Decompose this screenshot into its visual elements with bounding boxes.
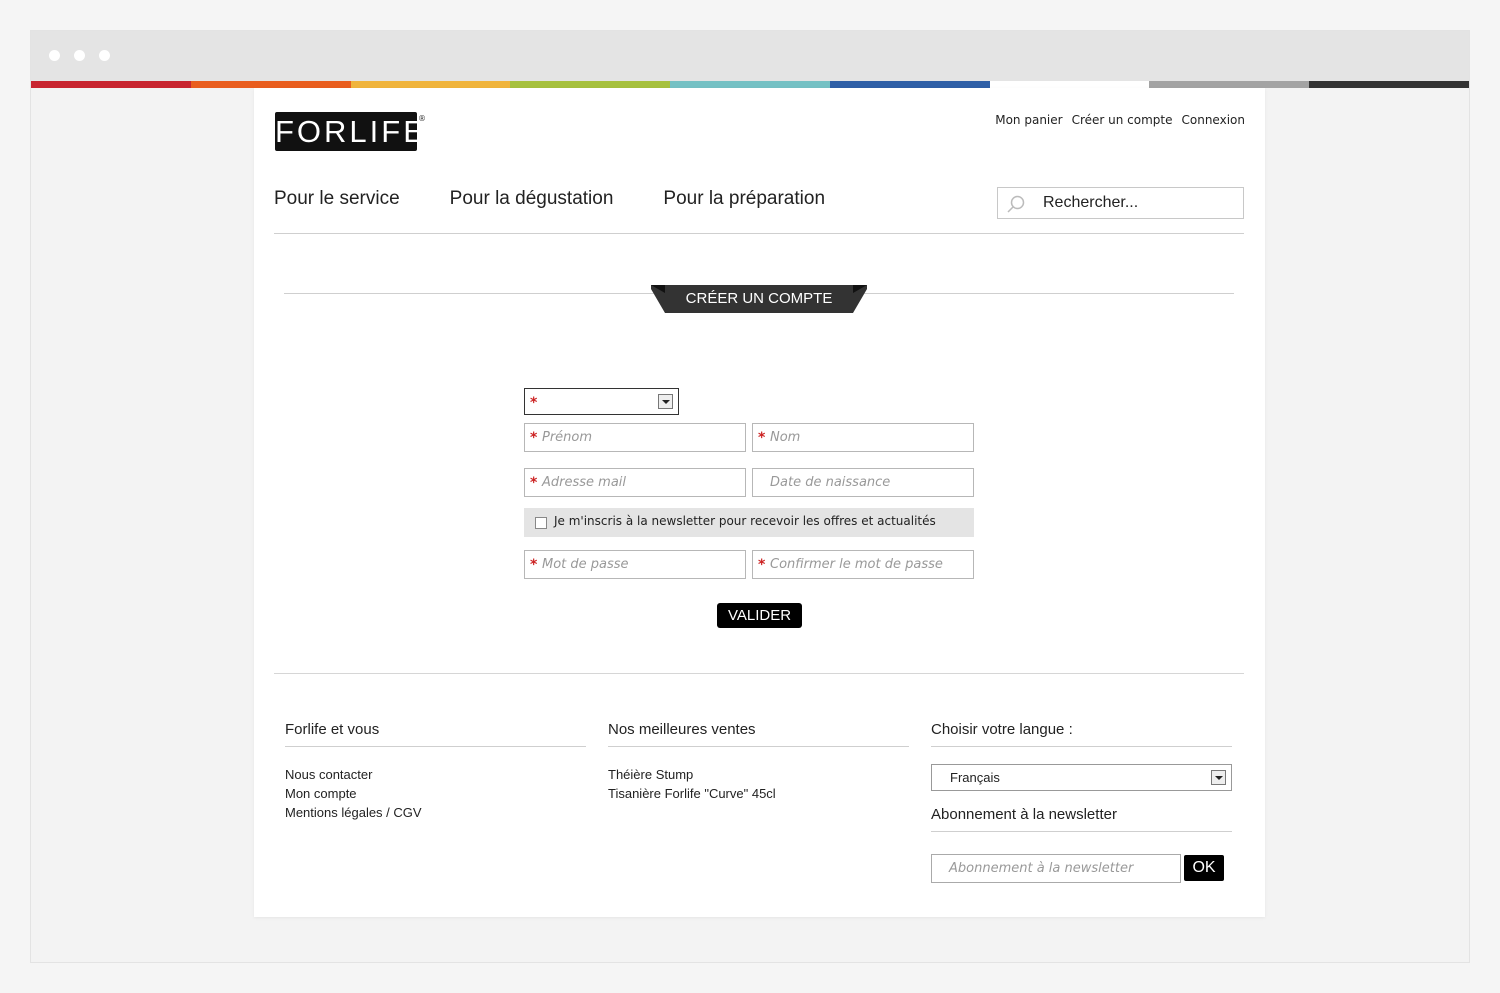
newsletter-ok-button[interactable]: OK — [1184, 855, 1224, 881]
newsletter-email-input[interactable]: Abonnement à la newsletter — [931, 854, 1181, 883]
chevron-down-icon — [658, 394, 673, 409]
required-mark: * — [530, 430, 538, 446]
window-dot-icon — [74, 50, 85, 61]
account-link[interactable]: Mon compte — [285, 784, 586, 803]
footer-col-bestsellers: Nos meilleures ventes Théière Stump Tisa… — [608, 721, 909, 803]
required-mark: * — [530, 557, 538, 573]
first-name-field[interactable]: * Prénom — [524, 423, 746, 452]
newsletter-placeholder: Abonnement à la newsletter — [949, 861, 1134, 876]
newsletter-option: Je m'inscris à la newsletter pour recevo… — [524, 508, 974, 537]
search-placeholder: Rechercher... — [1043, 194, 1139, 211]
login-link[interactable]: Connexion — [1182, 113, 1246, 127]
stripe-segment — [510, 81, 671, 88]
stripe-segment — [1309, 81, 1470, 88]
footer-divider — [274, 673, 1244, 674]
page-content: FORLIFE ® Mon panier Créer un compte Con… — [254, 88, 1265, 917]
birth-date-field[interactable]: Date de naissance — [752, 468, 974, 497]
forlife-logo[interactable]: FORLIFE — [275, 112, 424, 151]
footer-heading: Nos meilleures ventes — [608, 721, 909, 747]
newsletter-checkbox-label[interactable]: Je m'inscris à la newsletter pour recevo… — [554, 514, 936, 528]
password-field[interactable]: * Mot de passe — [524, 550, 746, 579]
footer-heading: Forlife et vous — [285, 721, 586, 747]
email-placeholder: Adresse mail — [542, 475, 627, 490]
page-title-banner: CRÉER UN COMPTE — [651, 285, 867, 315]
password-placeholder: Mot de passe — [542, 557, 629, 572]
language-value: Français — [950, 770, 1000, 785]
color-stripe — [31, 81, 1470, 88]
product-link[interactable]: Théière Stump — [608, 765, 909, 784]
required-mark: * — [758, 557, 766, 573]
nav-item-tasting[interactable]: Pour la dégustation — [450, 188, 614, 210]
footer-col-forlife: Forlife et vous Nous contacter Mon compt… — [285, 721, 586, 822]
required-mark: * — [530, 395, 538, 411]
stripe-segment — [829, 81, 990, 88]
stripe-segment — [670, 81, 830, 88]
nav-item-service[interactable]: Pour le service — [274, 188, 400, 210]
product-link[interactable]: Tisanière Forlife "Curve" 45cl — [608, 784, 909, 803]
create-account-link[interactable]: Créer un compte — [1072, 113, 1173, 127]
footer-links: Théière Stump Tisanière Forlife "Curve" … — [608, 765, 909, 803]
stripe-segment — [31, 81, 191, 88]
window-dot-icon — [99, 50, 110, 61]
first-name-placeholder: Prénom — [542, 430, 593, 445]
search-icon — [1007, 195, 1025, 213]
footer-links: Nous contacter Mon compte Mentions légal… — [285, 765, 586, 822]
last-name-placeholder: Nom — [770, 430, 801, 445]
required-mark: * — [530, 475, 538, 491]
search-input[interactable]: Rechercher... — [997, 187, 1244, 219]
submit-button[interactable]: VALIDER — [717, 603, 802, 628]
nav-item-preparation[interactable]: Pour la préparation — [663, 188, 825, 210]
language-select[interactable]: Français — [931, 764, 1232, 791]
chevron-down-icon — [1211, 770, 1226, 785]
window-dot-icon — [49, 50, 60, 61]
newsletter-heading: Abonnement à la newsletter — [931, 806, 1232, 832]
main-nav: Pour le service Pour la dégustation Pour… — [274, 188, 875, 210]
stripe-segment — [989, 81, 1150, 88]
password-confirm-field[interactable]: * Confirmer le mot de passe — [752, 550, 974, 579]
page-title: CRÉER UN COMPTE — [685, 290, 833, 307]
required-mark: * — [758, 430, 766, 446]
birth-date-placeholder: Date de naissance — [770, 475, 891, 490]
email-field[interactable]: * Adresse mail — [524, 468, 746, 497]
browser-chrome — [31, 31, 1469, 81]
contact-link[interactable]: Nous contacter — [285, 765, 586, 784]
civility-select[interactable]: * — [524, 388, 679, 415]
registered-mark: ® — [418, 114, 426, 123]
top-links: Mon panier Créer un compte Connexion — [995, 113, 1245, 127]
legal-link[interactable]: Mentions légales / CGV — [285, 803, 586, 822]
stripe-segment — [1149, 81, 1310, 88]
password-confirm-placeholder: Confirmer le mot de passe — [770, 557, 943, 572]
browser-window: FORLIFE ® Mon panier Créer un compte Con… — [30, 30, 1470, 963]
cart-link[interactable]: Mon panier — [995, 113, 1062, 127]
newsletter-checkbox[interactable] — [535, 517, 547, 529]
stripe-segment — [190, 81, 351, 88]
header-divider — [274, 233, 1244, 234]
footer-col-language: Choisir votre langue : Français Abonneme… — [931, 721, 1232, 883]
footer-heading: Choisir votre langue : — [931, 721, 1232, 747]
last-name-field[interactable]: * Nom — [752, 423, 974, 452]
stripe-segment — [350, 81, 511, 88]
